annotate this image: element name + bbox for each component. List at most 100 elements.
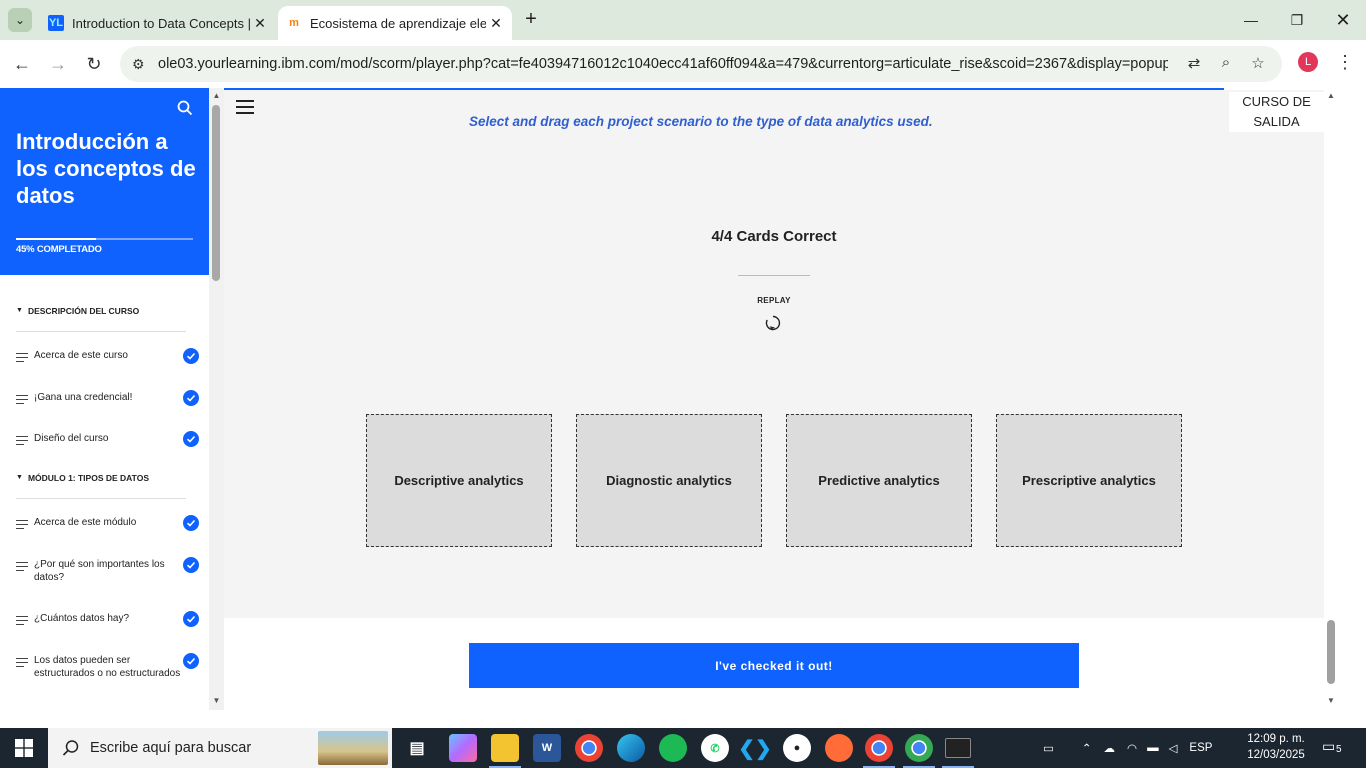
close-tab-icon[interactable]: ✕ (250, 15, 270, 32)
section-title: DESCRIPCIÓN DEL CURSO (27, 306, 140, 316)
sidebar-item-datos-estructurados[interactable]: Los datos pueden ser estructurados o no … (16, 653, 199, 680)
new-tab-button[interactable]: + (520, 8, 542, 30)
scroll-up-arrow-icon[interactable]: ▲ (209, 91, 224, 100)
moodle-icon: m (289, 17, 299, 29)
windows-start-icon[interactable] (0, 728, 48, 768)
lesson-icon (16, 395, 28, 407)
taskbar-system-icons: ▭ ⌃ ☁ ◠ ▬ ◁ ESP (1043, 728, 1212, 768)
category-card-diagnostic[interactable]: Diagnostic analytics (576, 414, 762, 547)
restore-button[interactable]: ❐ (1274, 0, 1320, 40)
scroll-up-arrow-icon[interactable]: ▲ (1324, 91, 1338, 100)
profile-avatar[interactable]: L (1298, 52, 1318, 72)
show-hidden-icons[interactable]: ⌃ (1082, 741, 1092, 755)
checkmark-icon (183, 515, 199, 531)
taskbar-search[interactable]: Escribe aquí para buscar (48, 728, 392, 768)
battery-icon[interactable]: ▬ (1147, 742, 1159, 754)
sidebar-scroll-thumb[interactable] (212, 105, 220, 281)
sidebar-item-label: Los datos pueden ser estructurados o no … (34, 655, 181, 679)
chrome-icon[interactable] (575, 734, 603, 762)
category-card-prescriptive[interactable]: Prescriptive analytics (996, 414, 1182, 547)
tab-ecosistema-de-aprendizaje[interactable]: m Ecosistema de aprendizaje elect ✕ (278, 6, 512, 40)
lesson-content: Select and drag each project scenario to… (224, 88, 1324, 710)
activity-instruction: Select and drag each project scenario to… (469, 114, 933, 129)
spotify-icon[interactable] (659, 734, 687, 762)
progress-label: 45% COMPLETADO (16, 244, 102, 255)
caret-down-icon: ▼ (16, 307, 23, 314)
sidebar-item-label: Acerca de este módulo (34, 517, 137, 528)
category-card-descriptive[interactable]: Descriptive analytics (366, 414, 552, 547)
scroll-down-arrow-icon[interactable]: ▼ (1324, 696, 1338, 705)
drag-drop-activity: Select and drag each project scenario to… (224, 90, 1324, 618)
forward-arrow-icon[interactable]: → (46, 52, 70, 76)
sidebar-item-label: ¿Por qué son importantes los datos? (34, 559, 165, 583)
lesson-icon (16, 658, 28, 670)
volume-icon[interactable]: ◁ (1169, 741, 1178, 755)
word-icon[interactable]: W (533, 734, 561, 762)
notification-count: 5 (1336, 744, 1342, 755)
sidebar-item-diseno-del-curso[interactable]: Diseño del curso (16, 431, 199, 448)
lesson-icon (16, 562, 28, 574)
content-scroll-thumb[interactable] (1327, 620, 1335, 684)
exit-course-button[interactable]: CURSO DE SALIDA (1229, 92, 1324, 132)
sidebar-item-acerca-de-este-modulo[interactable]: Acerca de este módulo (16, 515, 199, 532)
sidebar-item-cuantos-datos-hay[interactable]: ¿Cuántos datos hay? (16, 611, 199, 628)
vscode-icon[interactable]: ❮❯ (738, 734, 772, 762)
task-view-icon[interactable]: ▤ (403, 734, 431, 762)
scroll-down-arrow-icon[interactable]: ▼ (209, 696, 224, 705)
clock-date: 12/03/2025 (1247, 749, 1305, 761)
continue-button[interactable]: I've checked it out! (469, 643, 1079, 688)
section-modulo-1[interactable]: ▼ MÓDULO 1: TIPOS DE DATOS (16, 473, 186, 499)
section-descripcion-del-curso[interactable]: ▼ DESCRIPCIÓN DEL CURSO (16, 306, 186, 332)
replay-icon[interactable] (764, 314, 782, 332)
browser-menu-icon[interactable]: ⋮ (1336, 50, 1354, 74)
sidebar-item-por-que-son-importantes[interactable]: ¿Por qué son importantes los datos? (16, 557, 199, 584)
reload-icon[interactable]: ↻ (82, 52, 106, 76)
content-scrollbar[interactable]: ▲ ▼ (1324, 88, 1338, 710)
menu-hamburger-icon[interactable] (236, 100, 254, 118)
checkmark-icon (183, 653, 199, 669)
postman-icon[interactable] (825, 734, 853, 762)
tab-search-menu-button[interactable]: ⌄ (8, 8, 32, 32)
taskbar-search-placeholder: Escribe aquí para buscar (90, 740, 252, 756)
course-progress-fill (16, 238, 96, 240)
tab-introduction-to-data-concepts[interactable]: YL Introduction to Data Concepts | ✕ (40, 6, 276, 40)
file-explorer-icon[interactable] (491, 734, 519, 762)
lesson-icon (16, 436, 28, 448)
onedrive-icon[interactable]: ☁ (1104, 741, 1116, 755)
sidebar-item-gana-una-credencial[interactable]: ¡Gana una credencial! (16, 390, 199, 407)
notifications-icon[interactable]: ▭ 5 (1322, 738, 1346, 758)
url-text[interactable]: ole03.yourlearning.ibm.com/mod/scorm/pla… (158, 56, 1168, 72)
sidebar-item-acerca-de-este-curso[interactable]: Acerca de este curso (16, 348, 199, 365)
site-info-icon[interactable]: ⚙ (132, 56, 154, 73)
close-window-button[interactable]: ✕ (1320, 0, 1366, 40)
replay-label[interactable]: REPLAY (224, 296, 1324, 305)
terminal-icon[interactable] (945, 738, 971, 758)
address-bar[interactable]: ⚙ ole03.yourlearning.ibm.com/mod/scorm/p… (120, 46, 1282, 82)
language-indicator[interactable]: ESP (1189, 742, 1212, 754)
taskbar-clock[interactable]: 12:09 p. m. 12/03/2025 (1238, 731, 1314, 763)
whatsapp-icon[interactable]: ✆ (701, 734, 729, 762)
news-widget-icon[interactable]: ▭ (1043, 741, 1054, 755)
close-tab-icon[interactable]: ✕ (486, 15, 506, 32)
course-sidebar: Introducción a los conceptos de datos 45… (0, 88, 209, 710)
search-icon[interactable] (177, 100, 193, 116)
wifi-icon[interactable]: ◠ (1127, 741, 1137, 755)
edge-icon[interactable] (617, 734, 645, 762)
bookmark-star-icon[interactable]: ☆ (1248, 54, 1268, 74)
sidebar-item-label: Diseño del curso (34, 433, 109, 444)
copilot-icon[interactable] (449, 734, 477, 762)
category-card-predictive[interactable]: Predictive analytics (786, 414, 972, 547)
checkmark-icon (183, 348, 199, 364)
ibm-yourlearning-icon: YL (48, 15, 64, 31)
translate-icon[interactable]: ⇄ (1184, 54, 1204, 74)
sidebar-header: Introducción a los conceptos de datos 45… (0, 88, 209, 275)
score-heading: 4/4 Cards Correct (711, 228, 837, 245)
minimize-button[interactable]: — (1228, 0, 1274, 40)
chrome-profile-icon[interactable] (905, 734, 933, 762)
back-arrow-icon[interactable]: ← (10, 52, 34, 76)
checkmark-icon (183, 431, 199, 447)
sidebar-scrollbar[interactable]: ▲ ▼ (209, 88, 224, 710)
zoom-icon[interactable]: ⌕ (1216, 54, 1236, 74)
github-icon[interactable]: ● (783, 734, 811, 762)
chrome-profile-icon[interactable] (865, 734, 893, 762)
